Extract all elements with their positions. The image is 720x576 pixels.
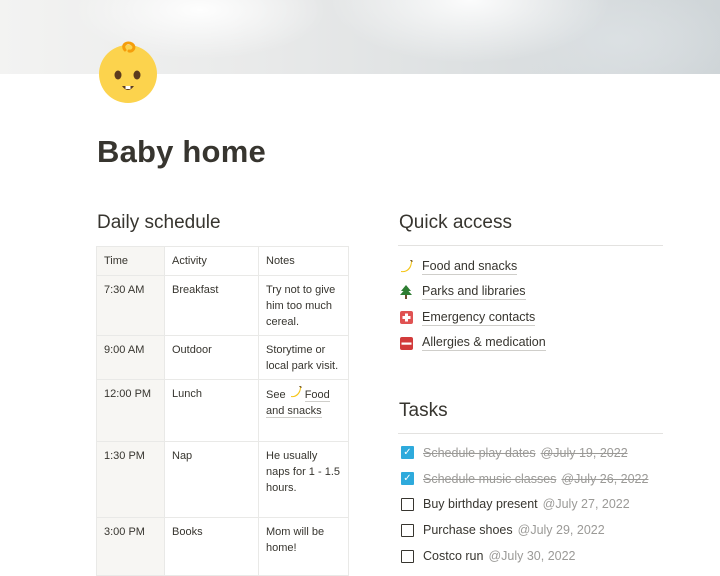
cell-notes[interactable]: Storytime or local park visit. bbox=[258, 335, 349, 380]
cell-time[interactable]: 12:00 PM bbox=[96, 379, 165, 442]
emergency-icon bbox=[399, 311, 413, 325]
cell-notes[interactable]: Try not to give him too much cereal. bbox=[258, 275, 349, 336]
cell-notes[interactable]: He usually naps for 1 - 1.5 hours. bbox=[258, 441, 349, 518]
cell-activity[interactable]: Books bbox=[164, 517, 259, 576]
column-header-notes[interactable]: Notes bbox=[258, 246, 349, 276]
cell-activity[interactable]: Lunch bbox=[164, 379, 259, 442]
checkbox[interactable] bbox=[401, 523, 414, 537]
daily-schedule-heading: Daily schedule bbox=[97, 212, 221, 233]
task-label[interactable]: Buy birthday present bbox=[423, 497, 538, 511]
checkbox-checked[interactable] bbox=[401, 446, 414, 460]
table-row: 9:00 AM Outdoor Storytime or local park … bbox=[96, 335, 349, 380]
quick-access-item-allergies[interactable]: Allergies & medication bbox=[399, 331, 546, 357]
task-date[interactable]: @July 30, 2022 bbox=[488, 549, 575, 563]
task-date[interactable]: @July 29, 2022 bbox=[518, 523, 605, 537]
quick-access-item-food[interactable]: Food and snacks bbox=[399, 254, 546, 280]
notes-see-text: See bbox=[266, 389, 286, 401]
task-item: Buy birthday present @July 27, 2022 bbox=[401, 492, 648, 518]
quick-access-heading: Quick access bbox=[399, 212, 512, 233]
page-title: Baby home bbox=[97, 134, 266, 169]
baby-face-icon[interactable] bbox=[97, 41, 161, 103]
task-date[interactable]: @July 27, 2022 bbox=[543, 497, 630, 511]
cell-time[interactable]: 7:30 AM bbox=[96, 275, 165, 336]
quick-access-label[interactable]: Allergies & medication bbox=[422, 335, 546, 352]
banana-icon bbox=[289, 385, 305, 401]
cell-notes[interactable]: See Food and snacks bbox=[258, 379, 349, 442]
column-header-activity[interactable]: Activity bbox=[164, 246, 259, 276]
schedule-table: Time Activity Notes 7:30 AM Breakfast Tr… bbox=[96, 246, 349, 576]
checkbox[interactable] bbox=[401, 549, 414, 563]
sos-icon bbox=[399, 336, 413, 350]
task-label[interactable]: Schedule music classes bbox=[423, 472, 556, 486]
cell-time[interactable]: 9:00 AM bbox=[96, 335, 165, 380]
checkbox-checked[interactable] bbox=[401, 472, 414, 486]
quick-access-list: Food and snacks Parks and libraries Emer… bbox=[399, 254, 546, 356]
cell-notes[interactable]: Mom will be home! bbox=[258, 517, 349, 576]
task-date[interactable]: @July 19, 2022 bbox=[541, 446, 628, 460]
table-row: 7:30 AM Breakfast Try not to give him to… bbox=[96, 275, 349, 336]
task-item: Schedule music classes @July 26, 2022 bbox=[401, 466, 648, 492]
task-label[interactable]: Purchase shoes bbox=[423, 523, 513, 537]
cell-activity[interactable]: Outdoor bbox=[164, 335, 259, 380]
task-label[interactable]: Costco run bbox=[423, 549, 483, 563]
tasks-heading: Tasks bbox=[399, 400, 448, 421]
task-item: Costco run @July 30, 2022 bbox=[401, 543, 648, 569]
task-item: Purchase shoes @July 29, 2022 bbox=[401, 517, 648, 543]
task-label[interactable]: Schedule play dates bbox=[423, 446, 536, 460]
quick-access-divider bbox=[398, 245, 663, 246]
quick-access-label[interactable]: Parks and libraries bbox=[422, 284, 526, 301]
quick-access-item-emergency[interactable]: Emergency contacts bbox=[399, 305, 546, 331]
table-row: 12:00 PM Lunch See Food and snacks bbox=[96, 379, 349, 442]
cell-activity[interactable]: Nap bbox=[164, 441, 259, 518]
table-header-row: Time Activity Notes bbox=[96, 246, 349, 276]
cell-time[interactable]: 3:00 PM bbox=[96, 517, 165, 576]
task-list: Schedule play dates @July 19, 2022 Sched… bbox=[401, 440, 648, 569]
tasks-divider bbox=[398, 433, 663, 434]
task-item: Schedule play dates @July 19, 2022 bbox=[401, 440, 648, 466]
column-header-time[interactable]: Time bbox=[96, 246, 165, 276]
quick-access-label[interactable]: Food and snacks bbox=[422, 259, 518, 275]
tree-icon bbox=[399, 285, 413, 300]
cell-time[interactable]: 1:30 PM bbox=[96, 441, 165, 518]
task-date[interactable]: @July 26, 2022 bbox=[561, 472, 648, 486]
quick-access-label[interactable]: Emergency contacts bbox=[422, 310, 536, 326]
checkbox[interactable] bbox=[401, 497, 414, 511]
banana-icon bbox=[399, 260, 413, 274]
table-row: 3:00 PM Books Mom will be home! bbox=[96, 517, 349, 576]
table-row: 1:30 PM Nap He usually naps for 1 - 1.5 … bbox=[96, 441, 349, 518]
quick-access-item-parks[interactable]: Parks and libraries bbox=[399, 280, 546, 306]
cell-activity[interactable]: Breakfast bbox=[164, 275, 259, 336]
